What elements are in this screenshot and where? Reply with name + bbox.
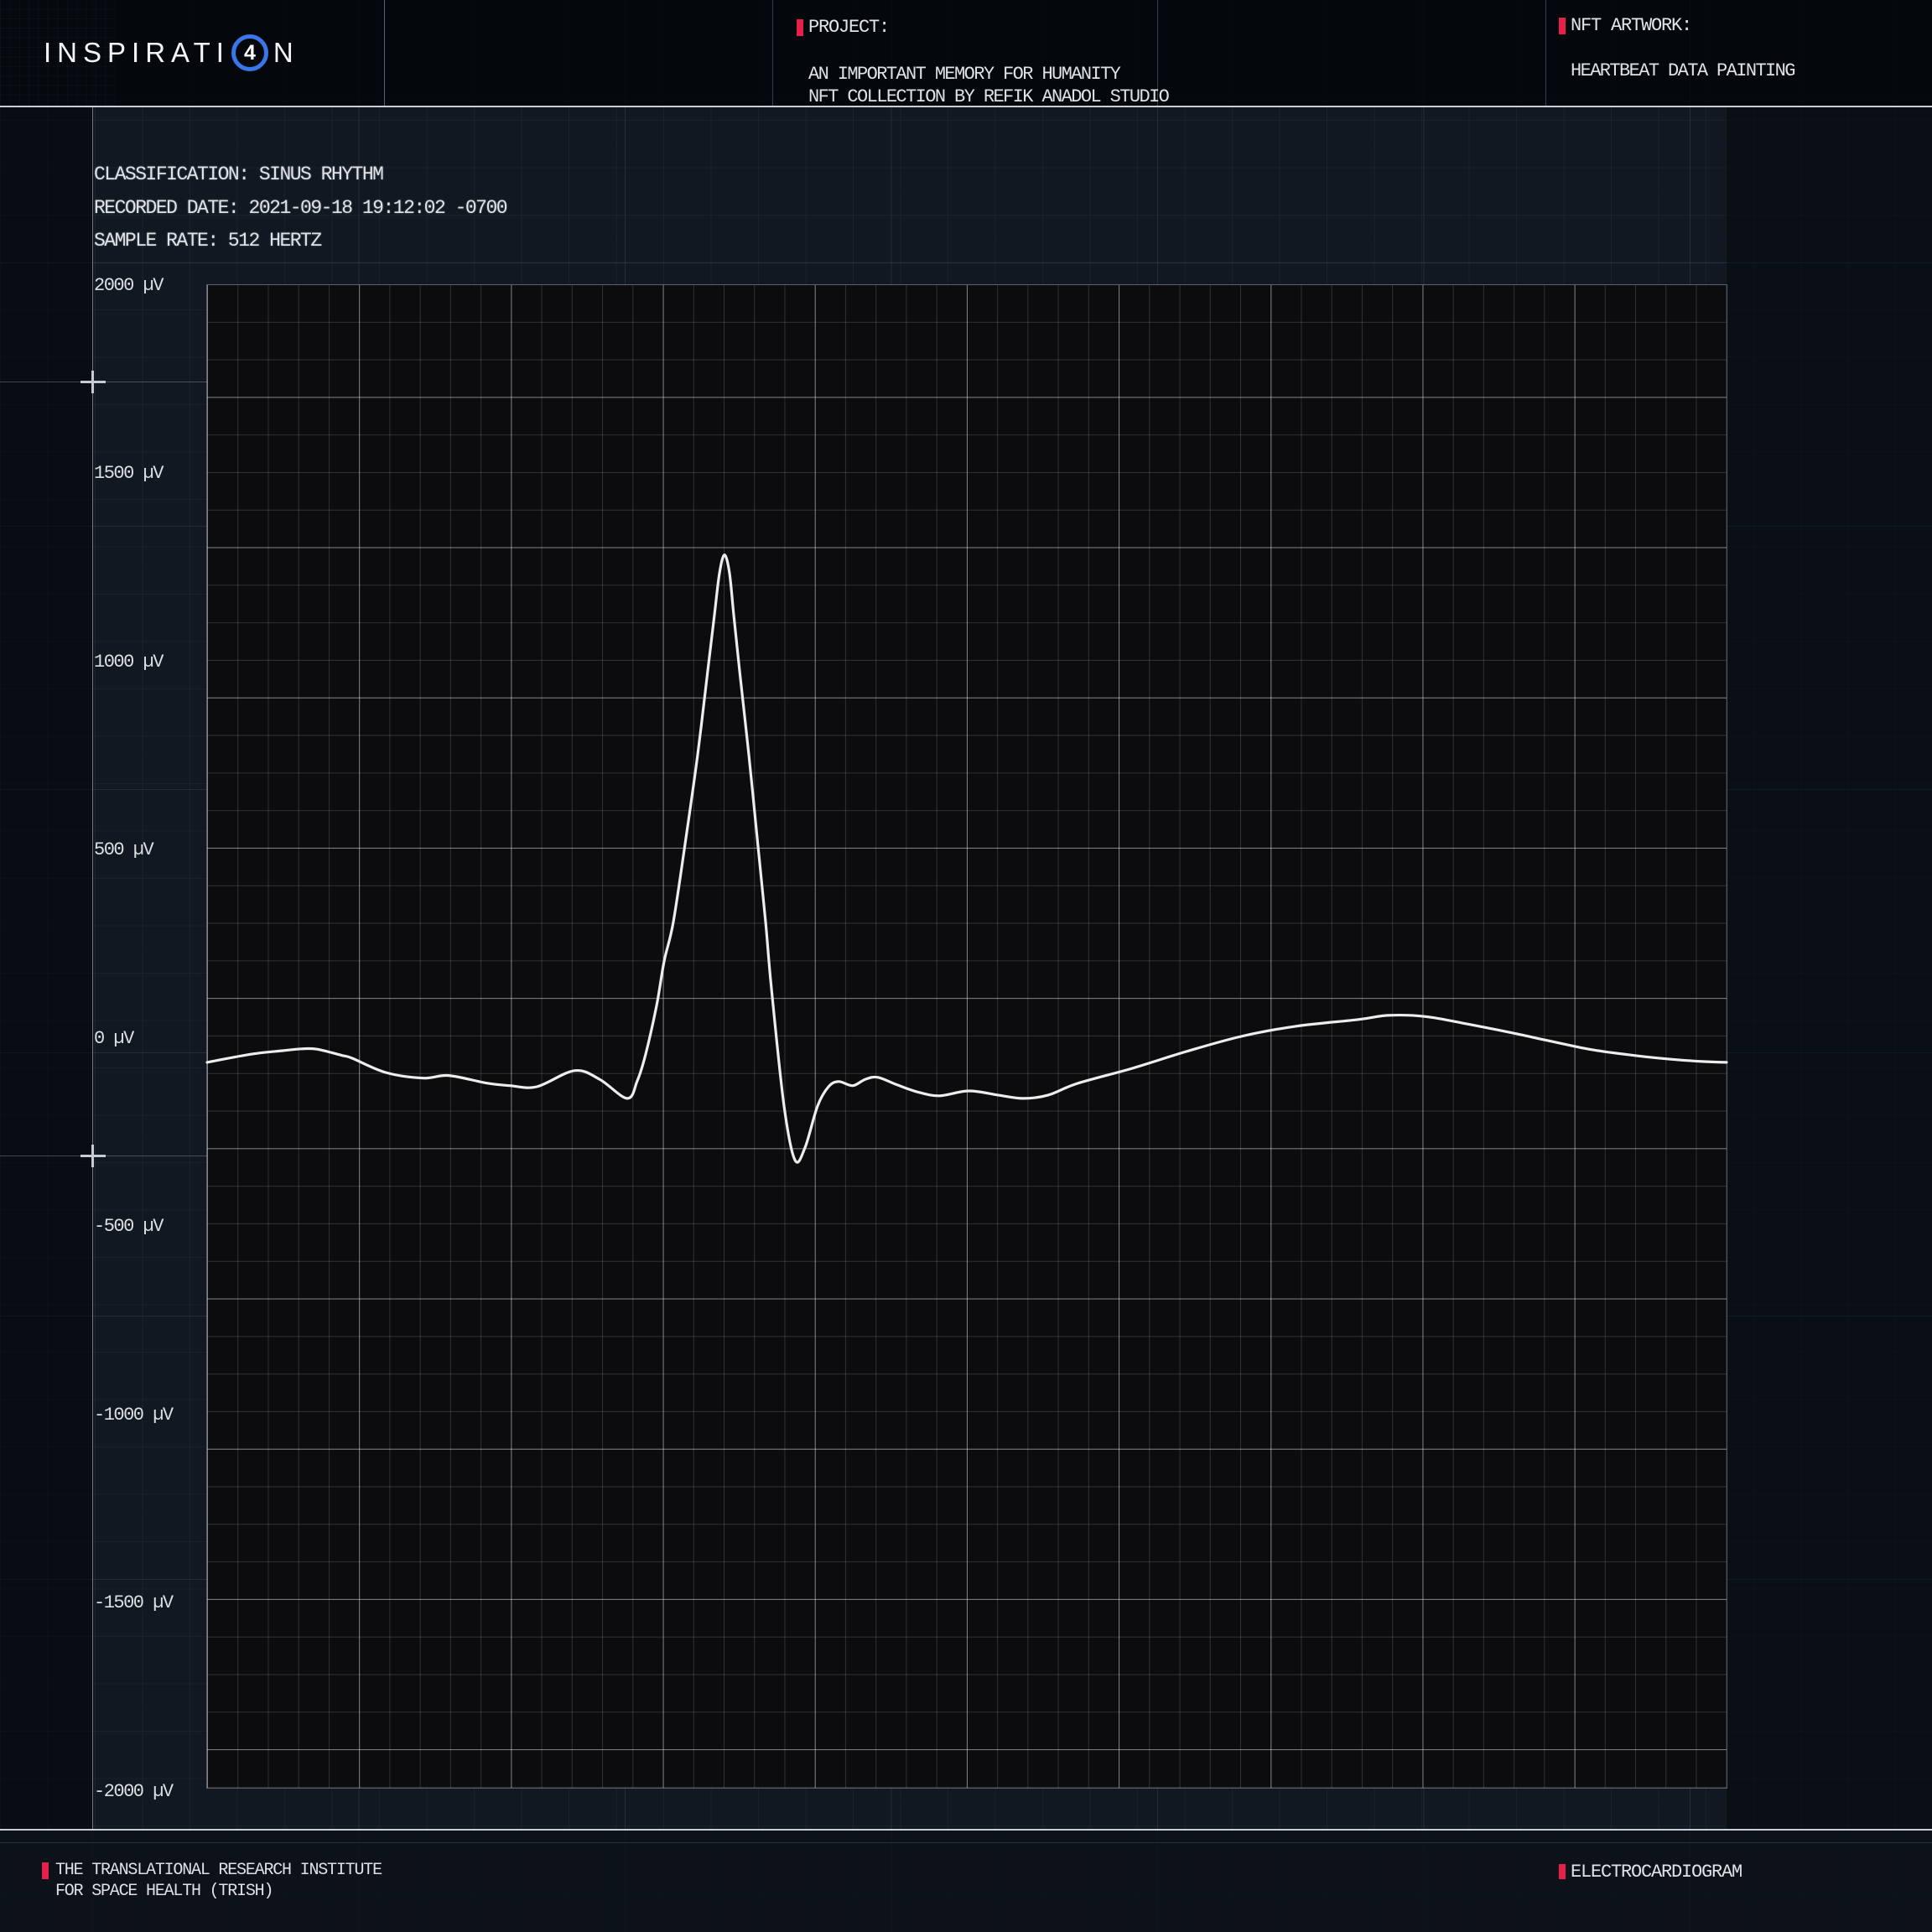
y-axis-label: 500 µV: [94, 839, 153, 861]
logo-text-suffix: N: [273, 37, 299, 69]
top-bar-divider: [1545, 0, 1546, 106]
logo-text-prefix: INSPIRATI: [44, 37, 230, 69]
project-line1: AN IMPORTANT MEMORY FOR HUMANITY: [808, 64, 1119, 85]
artwork-label: NFT ARTWORK:: [1571, 15, 1691, 36]
artwork-red-marker-icon: [1559, 18, 1566, 34]
project-label: PROJECT:: [808, 17, 889, 38]
institute-line1: THE TRANSLATIONAL RESEARCH INSTITUTE: [55, 1861, 382, 1880]
y-axis-label: 2000 µV: [94, 275, 163, 297]
logo-circled-char: 4: [244, 41, 256, 65]
top-bar-divider: [772, 0, 773, 106]
footer-left-red-marker-icon: [42, 1862, 49, 1879]
bottom-bar: THE TRANSLATIONAL RESEARCH INSTITUTE FOR …: [0, 1829, 1932, 1932]
y-axis-label: 1000 µV: [94, 652, 163, 673]
bottom-bar-line: [0, 1842, 1932, 1843]
y-axis-label: 0 µV: [94, 1028, 133, 1050]
y-axis-label: -1000 µV: [94, 1405, 173, 1426]
top-bar-divider: [384, 0, 385, 106]
footer-right-red-marker-icon: [1559, 1864, 1566, 1879]
artwork-title: HEARTBEAT DATA PAINTING: [1571, 60, 1794, 82]
inspiration4-logo: INSPIRATI 4 N: [44, 0, 299, 106]
project-line2: NFT COLLECTION BY REFIK ANADOL STUDIO: [808, 86, 1168, 107]
y-axis-label: -2000 µV: [94, 1781, 173, 1803]
y-axis-label: 1500 µV: [94, 463, 163, 485]
ecg-plot-area: [207, 285, 1727, 1788]
logo-circle-4-icon: 4: [231, 34, 268, 71]
institute-line2: FOR SPACE HEALTH (TRISH): [55, 1882, 273, 1901]
chart-region: CLASSIFICATION: SINUS RHYTHMRECORDED DAT…: [0, 107, 1932, 1829]
electrocardiogram-label: ELECTROCARDIOGRAM: [1571, 1862, 1742, 1883]
ecg-waveform-path: [207, 555, 1727, 1162]
project-red-marker-icon: [797, 19, 803, 36]
y-axis-label: -500 µV: [94, 1216, 163, 1238]
nft-artwork-canvas: INSPIRATI 4 N PROJECT: AN IMPORTANT MEMO…: [0, 0, 1932, 1932]
project-lines: AN IMPORTANT MEMORY FOR HUMANITYNFT COLL…: [808, 63, 1168, 108]
ecg-waveform-svg: [207, 285, 1727, 1788]
institute-credit: THE TRANSLATIONAL RESEARCH INSTITUTE FOR …: [55, 1860, 382, 1902]
top-bar: INSPIRATI 4 N PROJECT: AN IMPORTANT MEMO…: [0, 0, 1932, 107]
y-axis-label: -1500 µV: [94, 1592, 173, 1614]
